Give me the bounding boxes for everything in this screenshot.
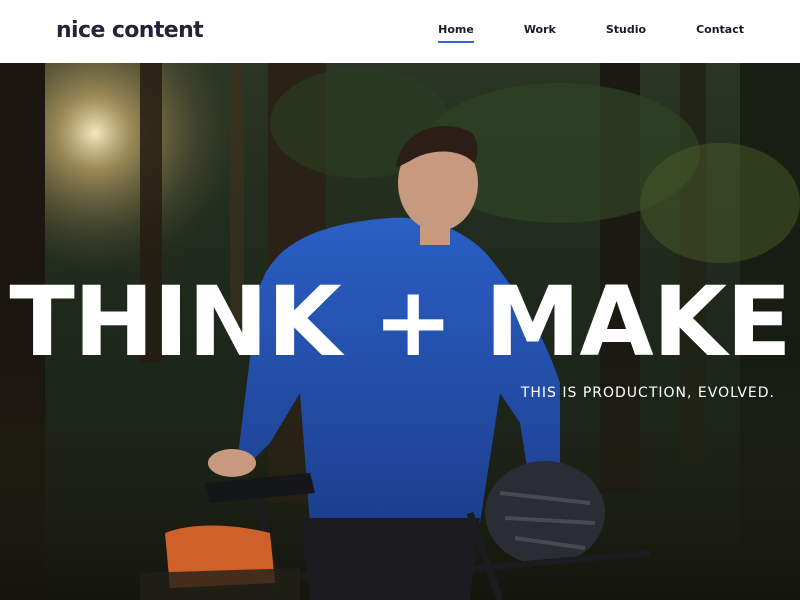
site-logo[interactable]: nice content xyxy=(56,16,204,46)
nav-home[interactable]: Home xyxy=(438,22,474,43)
hero-section: THINK + MAKE THIS IS PRODUCTION, EVOLVED… xyxy=(0,63,800,600)
hero-tagline: THIS IS PRODUCTION, EVOLVED. xyxy=(520,385,775,401)
nav-studio[interactable]: Studio xyxy=(606,22,646,38)
nav-contact[interactable]: Contact xyxy=(696,22,744,38)
main-nav: Home Work Studio Contact xyxy=(388,22,744,43)
site-header: nice content Home Work Studio Contact xyxy=(0,0,800,63)
nav-work[interactable]: Work xyxy=(524,22,556,38)
hero-headline: THINK + MAKE xyxy=(9,266,791,378)
